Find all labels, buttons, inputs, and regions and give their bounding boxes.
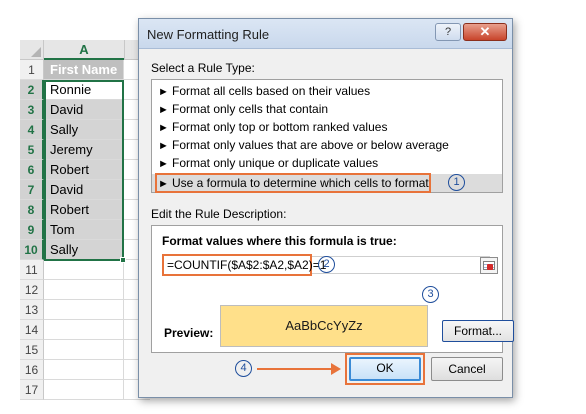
row-number[interactable]: 10 [20,240,44,260]
dialog-titlebar[interactable]: New Formatting Rule ? ✕ [139,19,512,49]
row-number[interactable]: 8 [20,200,44,220]
cell[interactable] [44,320,124,340]
name-cell[interactable]: Robert [44,160,124,180]
table-row: 2 Ronnie [20,80,150,100]
select-rule-type-label: Select a Rule Type: [151,61,255,75]
range-marker-icon [487,264,493,270]
new-formatting-rule-dialog: New Formatting Rule ? ✕ Select a Rule Ty… [138,18,514,398]
row-number[interactable]: 7 [20,180,44,200]
row-number[interactable]: 9 [20,220,44,240]
name-cell[interactable]: Robert [44,200,124,220]
name-cell[interactable]: David [44,100,124,120]
step-3-callout: 3 [422,286,439,303]
table-row: 15 [20,340,150,360]
list-item[interactable]: ► Format only unique or duplicate values [158,154,378,172]
row-number[interactable]: 5 [20,140,44,160]
name-cell[interactable]: David [44,180,124,200]
table-row: 14 [20,320,150,340]
list-item[interactable]: ► Format only values that are above or be… [158,136,449,154]
row-number[interactable]: 17 [20,380,44,400]
fill-handle[interactable] [120,257,126,263]
row-number[interactable]: 15 [20,340,44,360]
cell[interactable] [44,340,124,360]
table-row: 10 Sally [20,240,150,260]
dialog-title: New Formatting Rule [147,27,270,42]
cell[interactable] [44,300,124,320]
cell[interactable] [44,280,124,300]
table-row: 11 [20,260,150,280]
table-row: 16 [20,360,150,380]
row-number[interactable]: 12 [20,280,44,300]
row-number[interactable]: 14 [20,320,44,340]
rule-type-label: Format only unique or duplicate values [172,156,379,170]
preview-sample: AaBbCcYyZz [220,305,428,347]
rule-type-label: Format all cells based on their values [172,84,371,98]
table-row: 12 [20,280,150,300]
rule-type-label: Format only values that are above or bel… [172,138,449,152]
edit-description-label: Edit the Rule Description: [151,207,287,221]
arrow-icon: ► [158,86,169,98]
arrow-icon: ► [158,122,169,134]
table-row: 7 David [20,180,150,200]
row-number[interactable]: 6 [20,160,44,180]
collapse-dialog-button[interactable] [480,257,498,274]
row-number[interactable]: 3 [20,100,44,120]
name-cell[interactable]: Sally [44,240,124,260]
formula-label: Format values where this formula is true… [162,234,397,248]
name-cell[interactable]: Tom [44,220,124,240]
select-all-corner[interactable] [20,40,44,60]
table-row: 8 Robert [20,200,150,220]
step-1-callout: 1 [448,174,465,191]
cancel-button[interactable]: Cancel [431,357,503,381]
table-row: 9 Tom [20,220,150,240]
rule-type-label: Format only top or bottom ranked values [172,120,388,134]
row-number[interactable]: 2 [20,80,44,100]
step-2-callout: 2 [318,256,335,273]
table-row: 1 First Name [20,60,150,80]
row-number[interactable]: 16 [20,360,44,380]
header-cell-first-name[interactable]: First Name [44,60,124,80]
name-cell[interactable]: Jeremy [44,140,124,160]
arrow-right-icon [331,363,341,375]
arrow-icon: ► [158,140,169,152]
close-button[interactable]: ✕ [463,23,507,41]
cell[interactable] [44,380,124,400]
table-row: 13 [20,300,150,320]
formula-input[interactable]: =COUNTIF($A$2:$A2,$A2)=1 [162,254,326,276]
spreadsheet: A 1 First Name 2 Ronnie 3 David 4 Sally … [0,0,150,414]
list-item[interactable]: ► Format only top or bottom ranked values [158,118,387,136]
highlight-box [155,173,431,193]
row-number[interactable]: 1 [20,60,44,80]
arrow-icon: ► [158,158,169,170]
formula-field-extension[interactable] [312,256,490,274]
table-row: 5 Jeremy [20,140,150,160]
arrow-icon: ► [158,104,169,116]
name-cell[interactable]: Sally [44,120,124,140]
help-button[interactable]: ? [435,23,461,41]
table-row: 17 [20,380,150,400]
step-4-callout: 4 [235,360,252,377]
list-item[interactable]: ► Format all cells based on their values [158,82,370,100]
row-number[interactable]: 11 [20,260,44,280]
callout-arrow-line [257,368,335,370]
table-row: 3 David [20,100,150,120]
row-number[interactable]: 13 [20,300,44,320]
name-cell[interactable]: Ronnie [44,80,124,100]
preview-label: Preview: [164,326,214,340]
table-row: 6 Robert [20,160,150,180]
ok-button[interactable]: OK [349,357,421,381]
row-number[interactable]: 4 [20,120,44,140]
table-row: 4 Sally [20,120,150,140]
cell[interactable] [44,360,124,380]
cell[interactable] [44,260,124,280]
rule-type-list[interactable]: ► Format all cells based on their values … [151,79,503,193]
rule-description-panel: Format values where this formula is true… [151,225,514,353]
column-header-a[interactable]: A [44,40,124,60]
list-item[interactable]: ► Format only cells that contain [158,100,328,118]
format-button[interactable]: Format... [442,320,514,342]
rule-type-label: Format only cells that contain [172,102,329,116]
